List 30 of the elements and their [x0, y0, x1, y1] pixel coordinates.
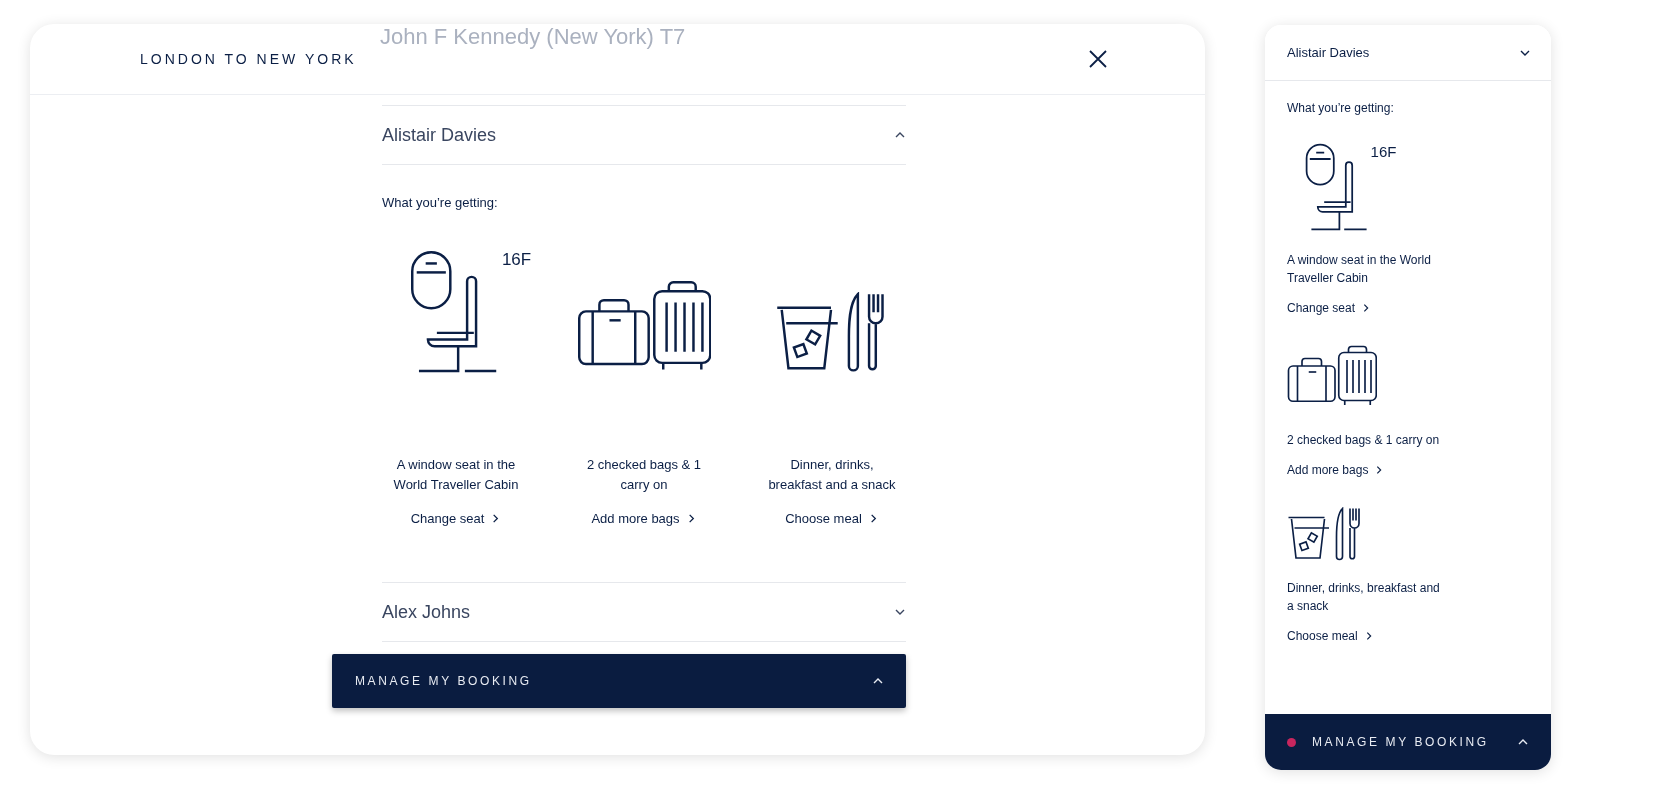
- amenity-description: A window seat in the World Traveller Cabin: [1287, 251, 1432, 287]
- amenity-link[interactable]: Change seat: [1287, 300, 1372, 315]
- amenity-link[interactable]: Change seat: [410, 511, 502, 526]
- amenity-link[interactable]: Choose meal: [785, 511, 879, 526]
- section-heading: What you’re getting:: [1287, 101, 1395, 115]
- manage-booking-bar[interactable]: MANAGE MY BOOKING: [1265, 714, 1551, 770]
- passenger-row[interactable]: Alex Johns: [382, 582, 906, 642]
- luggage-icon: [576, 280, 712, 370]
- dialog-title: LONDON TO NEW YORK: [140, 51, 357, 67]
- amenity-description: A window seat in the World Traveller Cabin: [392, 456, 520, 494]
- amenity-link[interactable]: Add more bags: [1287, 462, 1385, 477]
- passenger-row[interactable]: Alistair Davies: [382, 105, 906, 165]
- section-heading: What you’re getting:: [382, 195, 499, 210]
- amenity-link[interactable]: Add more bags: [591, 511, 697, 526]
- amenity-link[interactable]: Choose meal: [1287, 628, 1374, 643]
- amenity-description: 2 checked bags & 1 carry on: [1287, 431, 1441, 449]
- airport-name: John F Kennedy (New York) T7: [380, 24, 686, 50]
- passenger-name: Alex Johns: [382, 601, 471, 623]
- amenity-description: Dinner, drinks, breakfast and a snack: [767, 456, 897, 494]
- luggage-icon: [1287, 344, 1377, 405]
- passenger-name: Alistair Davies: [382, 124, 497, 146]
- passenger-name: Alistair Davies: [1287, 45, 1370, 60]
- manage-booking-label: MANAGE MY BOOKING: [355, 674, 532, 688]
- amenity-description: Dinner, drinks, breakfast and a snack: [1287, 579, 1441, 615]
- manage-booking-bar[interactable]: MANAGE MY BOOKING: [332, 654, 906, 708]
- passenger-row[interactable]: Alistair Davies: [1265, 25, 1551, 81]
- manage-booking-label: MANAGE MY BOOKING: [1312, 735, 1489, 749]
- amenity-description: 2 checked bags & 1 carry on: [585, 456, 703, 494]
- seat-number: 16F: [1370, 143, 1397, 160]
- seat-number: 16F: [501, 250, 532, 270]
